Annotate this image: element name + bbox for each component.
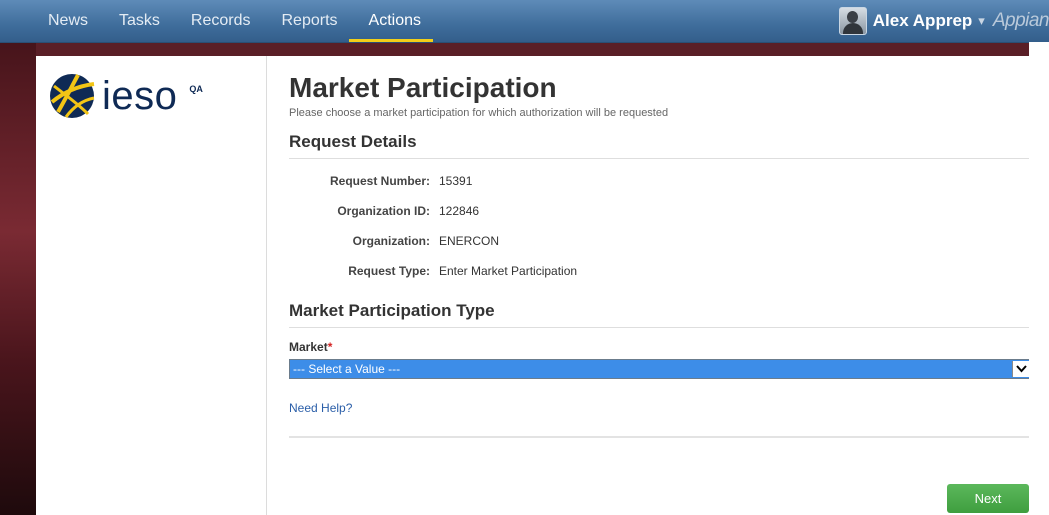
market-field-label: Market* — [289, 340, 1031, 354]
sidebar: ieso QA — [36, 56, 267, 515]
user-menu[interactable]: Alex Apprep ▾ Appian — [838, 0, 1049, 42]
section-heading-market-participation-type: Market Participation Type — [289, 301, 1031, 328]
market-label-text: Market — [289, 340, 328, 354]
detail-row-organization: Organization: ENERCON — [289, 233, 1031, 249]
detail-value: Enter Market Participation — [439, 264, 578, 278]
top-navigation-bar: News Tasks Records Reports Actions Alex … — [0, 0, 1049, 43]
detail-row-request-number: Request Number: 15391 — [289, 173, 1031, 189]
form-area: Market Participation Please choose a mar… — [289, 72, 1031, 438]
background-right — [1029, 42, 1049, 515]
form-divider — [289, 436, 1031, 438]
appian-brand: Appian — [992, 10, 1049, 31]
nav-tab-reports[interactable]: Reports — [268, 0, 355, 42]
nav-tab-news[interactable]: News — [48, 0, 105, 42]
page-instructions: Please choose a market participation for… — [289, 107, 669, 119]
next-button[interactable]: Next — [947, 484, 1029, 513]
section-heading-request-details: Request Details — [289, 132, 1031, 159]
logo-wordmark: ieso — [102, 73, 178, 118]
detail-value: ENERCON — [439, 234, 500, 248]
nav-tab-tasks[interactable]: Tasks — [105, 0, 177, 42]
content-card: ieso QA Market Participation Please choo… — [36, 56, 1031, 515]
detail-value: 122846 — [439, 204, 480, 218]
user-name[interactable]: Alex Apprep — [873, 11, 973, 31]
ieso-logo: ieso QA — [48, 72, 203, 120]
chevron-down-icon[interactable]: ▾ — [978, 13, 985, 29]
chevron-down-icon[interactable] — [1012, 361, 1030, 377]
nav-tab-records[interactable]: Records — [177, 0, 268, 42]
environment-badge: QA — [189, 84, 203, 94]
page-title: Market Participation — [289, 72, 557, 103]
detail-value: 15391 — [439, 174, 473, 188]
detail-label: Request Number: — [329, 174, 430, 188]
globe-icon — [50, 74, 95, 118]
user-avatar[interactable] — [838, 7, 867, 35]
detail-label: Request Type: — [348, 264, 430, 278]
detail-row-organization-id: Organization ID: 122846 — [289, 203, 1031, 219]
detail-label: Organization: — [352, 234, 430, 248]
need-help-link[interactable]: Need Help? — [289, 401, 1031, 415]
market-select[interactable]: --- Select a Value --- — [289, 359, 1031, 379]
detail-row-request-type: Request Type: Enter Market Participation — [289, 263, 1031, 279]
detail-label: Organization ID: — [337, 204, 430, 218]
required-asterisk: * — [327, 340, 333, 354]
background-left — [0, 0, 36, 515]
market-select-value[interactable]: --- Select a Value --- — [290, 362, 1012, 376]
nav-tab-actions[interactable]: Actions — [348, 0, 438, 42]
primary-nav: News Tasks Records Reports Actions — [48, 0, 438, 42]
